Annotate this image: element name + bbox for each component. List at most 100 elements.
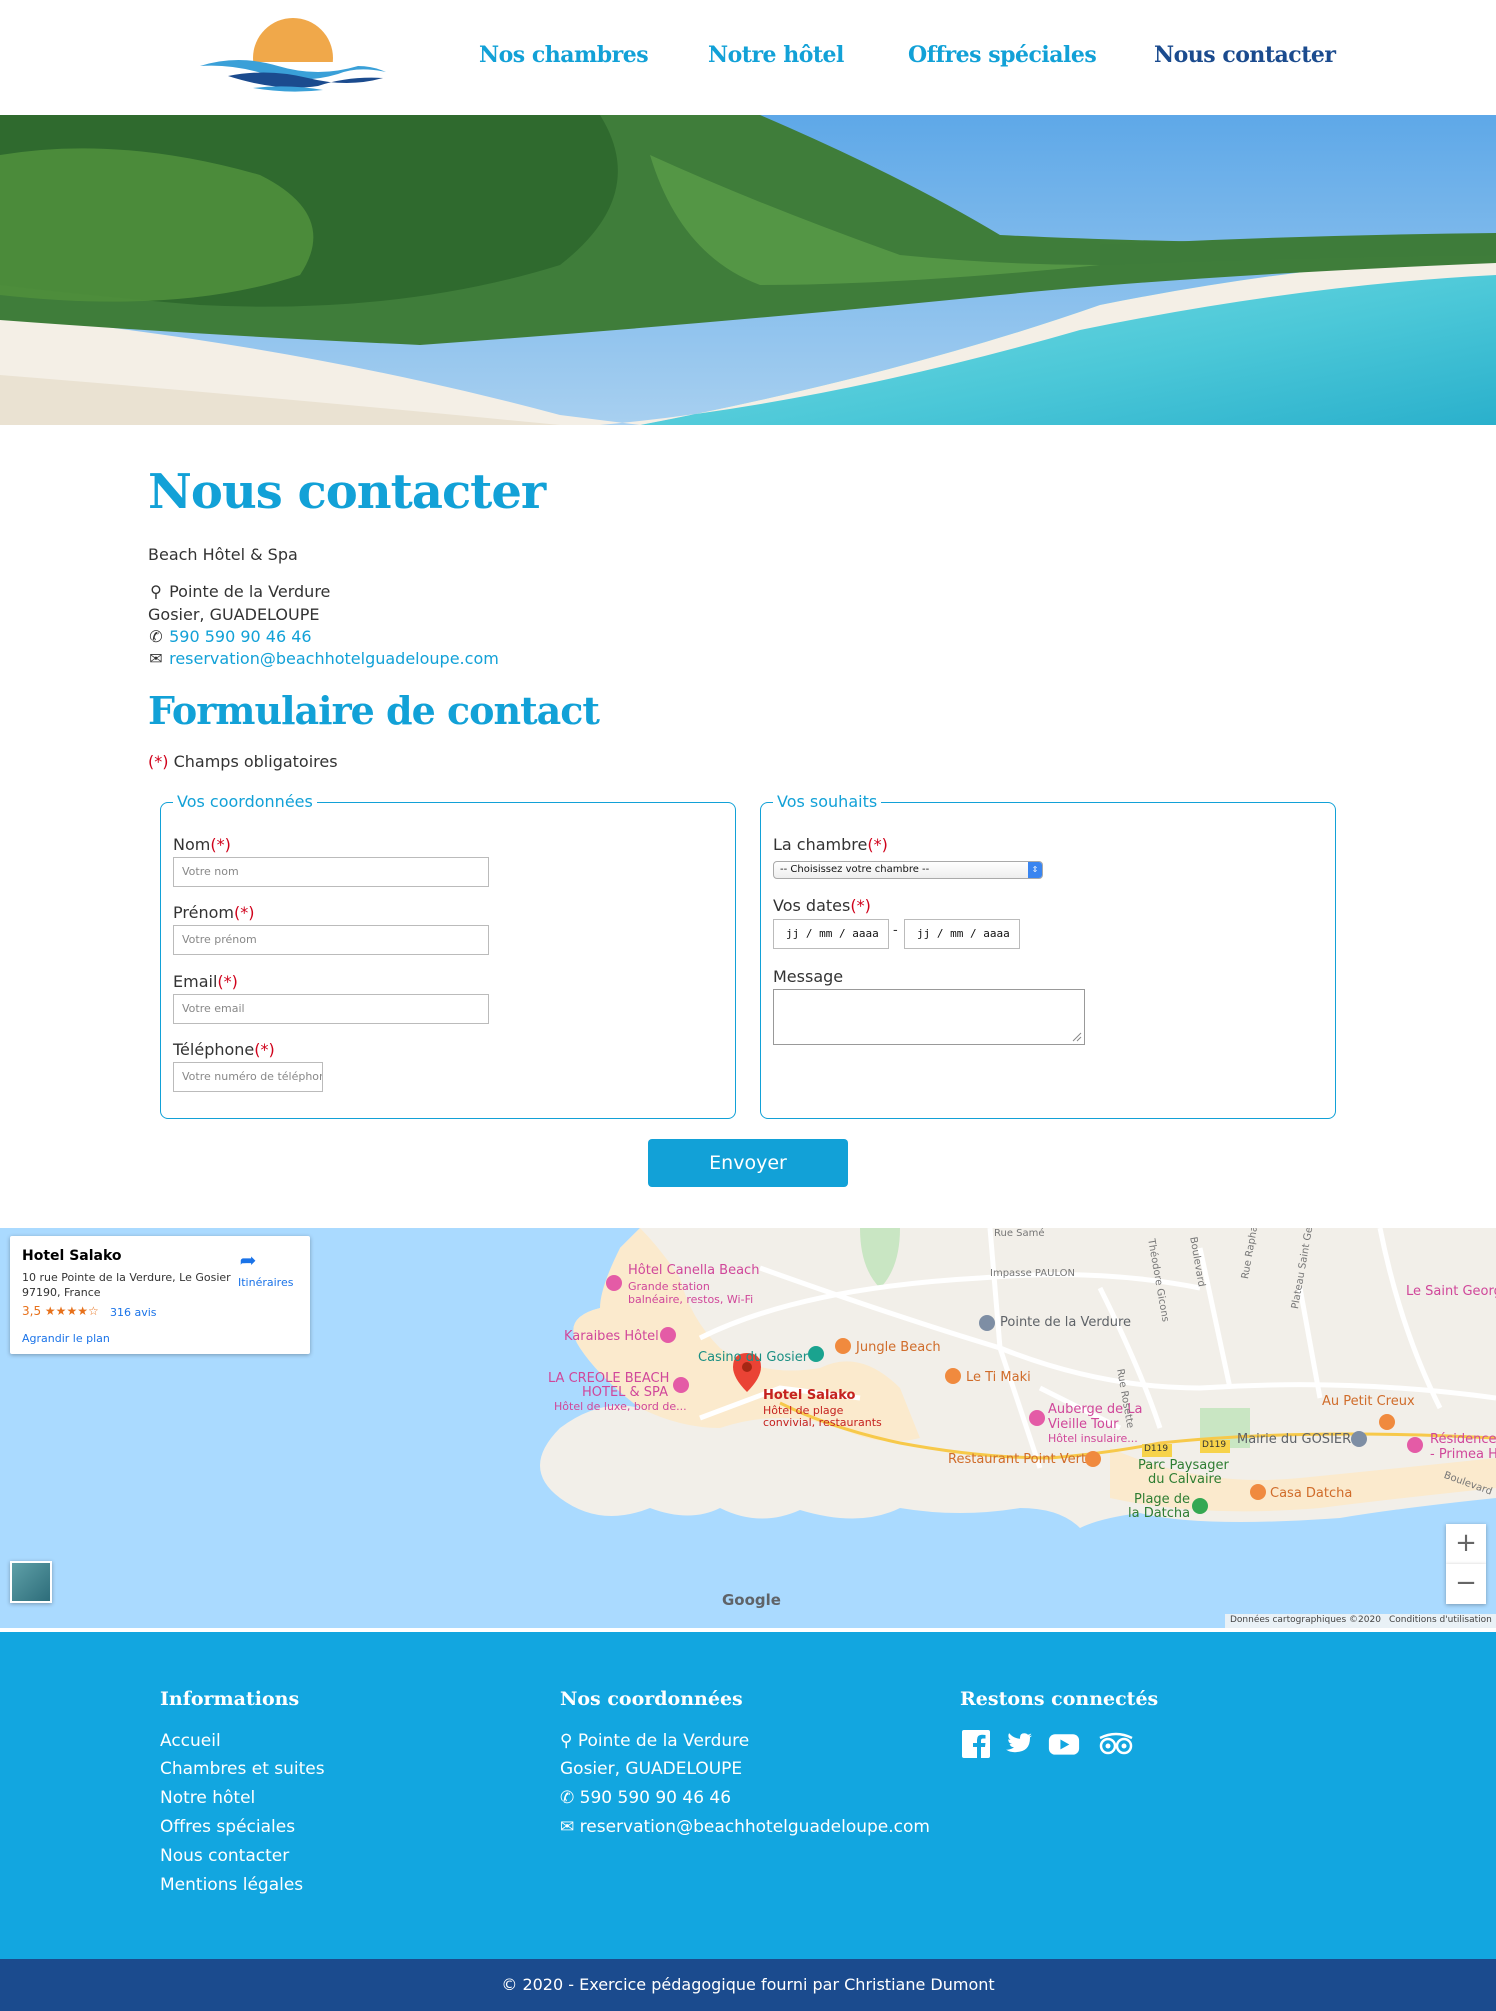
map-label-karaibes[interactable]: Karaibes Hôtel bbox=[564, 1329, 659, 1344]
footer-social-title: Restons connectés bbox=[960, 1688, 1159, 1710]
map-label-pointvert[interactable]: Restaurant Point Vert bbox=[948, 1452, 1086, 1467]
nav-rooms[interactable]: Nos chambres bbox=[479, 42, 649, 68]
map-label-plage-1[interactable]: Plage de bbox=[1134, 1492, 1190, 1507]
map-label-verdure[interactable]: Pointe de la Verdure bbox=[1000, 1315, 1131, 1330]
address-line-1: ⚲ Pointe de la Verdure bbox=[148, 582, 330, 601]
map-label-salako[interactable]: Hotel Salako bbox=[763, 1388, 855, 1403]
fieldset-legend-coordinates: Vos coordonnées bbox=[173, 792, 317, 811]
nom-label: Nom(*) bbox=[173, 835, 231, 854]
footer-link-hotel[interactable]: Notre hôtel bbox=[160, 1788, 255, 1808]
footer-info-title: Informations bbox=[160, 1688, 300, 1710]
logo-icon[interactable] bbox=[198, 16, 388, 96]
twitter-icon[interactable] bbox=[1002, 1728, 1034, 1760]
map-label-canella-sub2: balnéaire, restos, Wi-Fi bbox=[628, 1293, 754, 1306]
map-label-timaki[interactable]: Le Ti Maki bbox=[966, 1370, 1031, 1385]
directions-icon[interactable]: ➦ bbox=[236, 1248, 260, 1272]
nav-contact[interactable]: Nous contacter bbox=[1154, 42, 1336, 68]
place-address-1: 10 rue Pointe de la Verdure, Le Gosier bbox=[22, 1271, 231, 1284]
date-separator: - bbox=[893, 923, 898, 938]
map-label-creole-2[interactable]: HOTEL & SPA bbox=[582, 1385, 668, 1400]
nav-offers[interactable]: Offres spéciales bbox=[908, 42, 1097, 68]
map-data-credit: Données cartographiques ©2020 bbox=[1230, 1615, 1381, 1625]
place-address-2: 97190, France bbox=[22, 1286, 101, 1299]
date-start-input[interactable]: jj / mm / aaaa bbox=[773, 919, 889, 949]
map-attribution-bar: Données cartographiques ©2020 Conditions… bbox=[1225, 1614, 1496, 1628]
email-link[interactable]: reservation@beachhotelguadeloupe.com bbox=[169, 649, 499, 668]
footer-phone-icon: ✆ bbox=[560, 1788, 575, 1808]
map-label-parc-1[interactable]: Parc Paysager bbox=[1138, 1458, 1229, 1473]
beach-image bbox=[0, 115, 1496, 425]
dates-label: Vos dates(*) bbox=[773, 896, 871, 915]
map-label-creole-sub: Hôtel de luxe, bord de... bbox=[554, 1400, 687, 1413]
prenom-label: Prénom(*) bbox=[173, 903, 255, 922]
telephone-label: Téléphone(*) bbox=[173, 1040, 275, 1059]
map-label-auberge-sub: Hôtel insulaire... bbox=[1048, 1432, 1138, 1445]
footer-link-mentions[interactable]: Mentions légales bbox=[160, 1875, 303, 1895]
map-label-canella[interactable]: Hôtel Canella Beach bbox=[628, 1263, 759, 1278]
map-label-residence-1[interactable]: Résidence bbox=[1430, 1432, 1496, 1447]
map-place-card: Hotel Salako 10 rue Pointe de la Verdure… bbox=[10, 1236, 310, 1354]
copyright-bar: © 2020 - Exercice pédagogique fourni par… bbox=[0, 1959, 1496, 2011]
map-label-parc-2[interactable]: du Calvaire bbox=[1148, 1472, 1222, 1487]
submit-button[interactable]: Envoyer bbox=[648, 1139, 848, 1187]
facebook-icon[interactable] bbox=[960, 1728, 992, 1760]
directions-link[interactable]: Itinéraires bbox=[238, 1276, 293, 1289]
site-footer: Informations Accueil Chambres et suites … bbox=[0, 1632, 1496, 1959]
map-label-jungle[interactable]: Jungle Beach bbox=[856, 1340, 941, 1355]
resize-handle-icon[interactable] bbox=[1072, 1032, 1082, 1042]
footer-address-1: ⚲ Pointe de la Verdure bbox=[560, 1731, 750, 1751]
nom-input[interactable]: Votre nom bbox=[173, 857, 489, 887]
youtube-icon[interactable] bbox=[1048, 1728, 1080, 1760]
email-line: ✉ reservation@beachhotelguadeloupe.com bbox=[148, 649, 499, 668]
place-reviews-link[interactable]: 316 avis bbox=[110, 1306, 157, 1319]
footer-phone[interactable]: ✆ 590 590 90 46 46 bbox=[560, 1788, 731, 1808]
zoom-out-button[interactable]: − bbox=[1446, 1564, 1486, 1604]
map-label-mairie[interactable]: Mairie du GOSIER bbox=[1237, 1432, 1351, 1447]
map-label-auberge-2[interactable]: Vieille Tour bbox=[1048, 1417, 1118, 1432]
envelope-icon: ✉ bbox=[149, 649, 163, 668]
address-line-2: Gosier, GUADELOUPE bbox=[148, 605, 320, 624]
satellite-toggle[interactable] bbox=[10, 1561, 52, 1603]
rating-stars-icon: ★★★★☆ bbox=[44, 1304, 99, 1318]
map-embed[interactable]: Hôtel Canella Beach Grande station balné… bbox=[0, 1228, 1496, 1628]
required-mark: (*) bbox=[148, 752, 169, 771]
email-input[interactable]: Votre email bbox=[173, 994, 489, 1024]
map-label-ruesame: Rue Samé bbox=[994, 1228, 1045, 1239]
required-note: (*) Champs obligatoires bbox=[148, 752, 338, 771]
map-label-casa[interactable]: Casa Datcha bbox=[1270, 1486, 1352, 1501]
prenom-input[interactable]: Votre prénom bbox=[173, 925, 489, 955]
enlarge-map-link[interactable]: Agrandir le plan bbox=[22, 1332, 110, 1345]
site-header: Nos chambres Notre hôtel Offres spéciale… bbox=[0, 0, 1496, 115]
footer-link-accueil[interactable]: Accueil bbox=[160, 1731, 221, 1751]
map-label-creux[interactable]: Au Petit Creux bbox=[1322, 1394, 1415, 1409]
map-label-saintgeorg[interactable]: Le Saint Georg bbox=[1406, 1284, 1496, 1299]
phone-link[interactable]: 590 590 90 46 46 bbox=[169, 627, 312, 646]
nav-hotel[interactable]: Notre hôtel bbox=[708, 42, 844, 68]
tripadvisor-icon[interactable] bbox=[1096, 1728, 1136, 1760]
place-rating: 3,5 ★★★★☆ bbox=[22, 1304, 99, 1318]
fieldset-wishes: Vos souhaits La chambre(*) -- Choisissez… bbox=[760, 792, 1336, 1119]
message-textarea[interactable] bbox=[773, 989, 1085, 1045]
map-terms-link[interactable]: Conditions d'utilisation bbox=[1389, 1615, 1492, 1625]
map-label-plage-2[interactable]: la Datcha bbox=[1128, 1506, 1190, 1521]
select-arrows-icon: ⇕ bbox=[1028, 862, 1042, 878]
map-label-residence-2[interactable]: - Primea H bbox=[1430, 1447, 1496, 1462]
date-end-input[interactable]: jj / mm / aaaa bbox=[904, 919, 1020, 949]
map-label-canella-sub1: Grande station bbox=[628, 1280, 710, 1293]
map-label-casino[interactable]: Casino du Gosier bbox=[698, 1350, 808, 1365]
map-label-creole-1[interactable]: LA CREOLE BEACH bbox=[548, 1371, 669, 1386]
fieldset-legend-wishes: Vos souhaits bbox=[773, 792, 882, 811]
footer-email[interactable]: ✉ reservation@beachhotelguadeloupe.com bbox=[560, 1817, 930, 1837]
footer-link-chambres[interactable]: Chambres et suites bbox=[160, 1759, 325, 1779]
room-select[interactable]: -- Choisissez votre chambre -- ⇕ bbox=[773, 861, 1043, 879]
phone-icon: ✆ bbox=[149, 627, 163, 646]
map-label-salako-sub2: convivial, restaurants bbox=[763, 1416, 882, 1429]
footer-link-offres[interactable]: Offres spéciales bbox=[160, 1817, 295, 1837]
footer-map-marker-icon: ⚲ bbox=[560, 1731, 573, 1751]
telephone-input[interactable]: Votre numéro de téléphor bbox=[173, 1062, 323, 1092]
footer-link-contact[interactable]: Nous contacter bbox=[160, 1846, 289, 1866]
zoom-in-button[interactable]: + bbox=[1446, 1524, 1486, 1564]
google-logo: Google bbox=[722, 1591, 781, 1609]
hero-banner bbox=[0, 115, 1496, 425]
footer-coords-title: Nos coordonnées bbox=[560, 1688, 743, 1710]
